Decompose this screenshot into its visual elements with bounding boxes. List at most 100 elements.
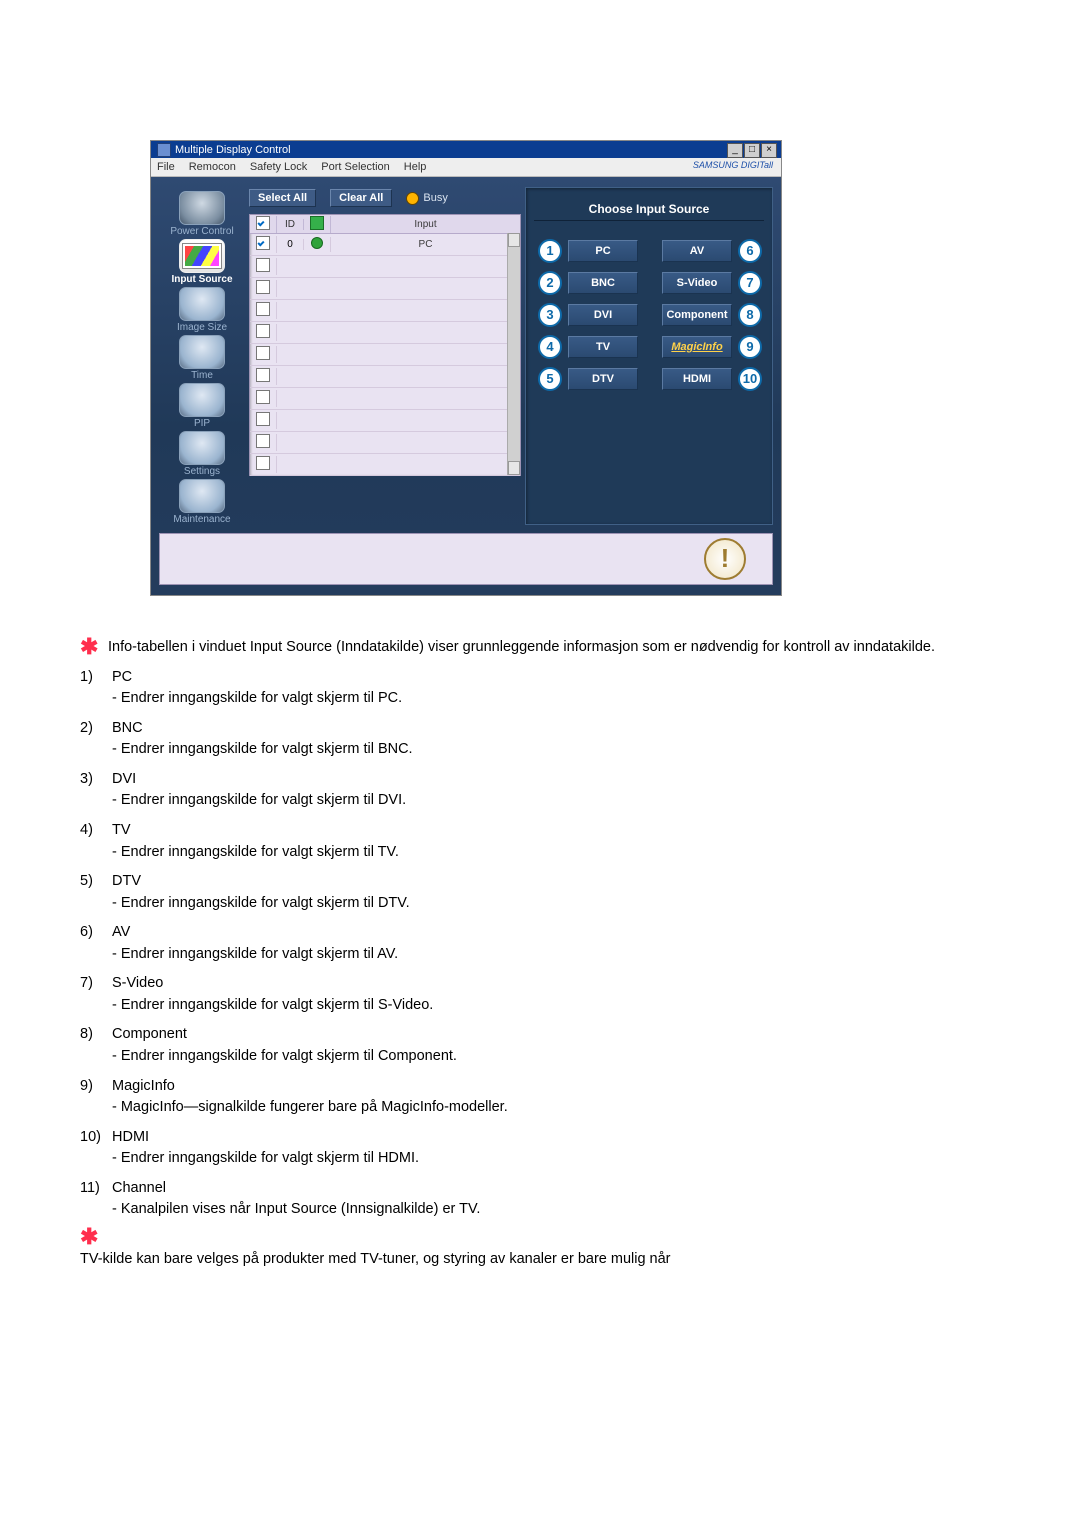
item-desc: - Endrer inngangskilde for valgt skjerm … [112,1047,457,1067]
display-list-area: Select All Clear All Busy ID Input [249,187,521,525]
row-checkbox[interactable] [256,390,270,404]
input-source-panel: Choose Input Source 1PC 2BNC 3DVI 4TV 5D… [525,187,773,525]
item-desc: - Endrer inngangskilde for valgt skjerm … [112,996,433,1016]
callout-8: 8 [738,303,762,327]
item-title: TV [112,821,399,841]
table-row[interactable] [250,322,520,344]
busy-label: Busy [423,192,447,204]
source-av-button[interactable]: AV [662,240,732,262]
clear-all-button[interactable]: Clear All [330,189,392,207]
scroll-up-button[interactable] [508,233,520,247]
list-scrollbar[interactable] [507,233,520,475]
table-row[interactable] [250,454,520,476]
info-bar: ! [159,533,773,585]
row-checkbox[interactable] [256,302,270,316]
callout-3: 3 [538,303,562,327]
menu-file[interactable]: File [157,161,175,173]
input-source-icon [179,239,225,273]
table-row[interactable] [250,432,520,454]
star-icon: ✱ [80,638,108,656]
list-item: 5)DTV- Endrer inngangskilde for valgt sk… [80,872,1016,913]
header-status-icon [310,216,324,230]
intro-text: Info-tabellen i vinduet Input Source (In… [108,638,935,658]
menu-safety-lock[interactable]: Safety Lock [250,161,307,173]
callout-5: 5 [538,367,562,391]
sidebar-item-label: Time [191,370,213,381]
select-all-button[interactable]: Select All [249,189,316,207]
sidebar-item-maintenance[interactable]: Maintenance [161,479,243,525]
brand-label: SAMSUNG DIGITall [693,160,773,170]
minimize-button[interactable]: _ [727,143,743,158]
menubar: File Remocon Safety Lock Port Selection … [151,158,781,177]
sidebar-item-settings[interactable]: Settings [161,431,243,477]
window-title: Multiple Display Control [175,144,291,156]
status-ok-icon [311,237,323,249]
table-row[interactable] [250,388,520,410]
callout-2: 2 [538,271,562,295]
table-row[interactable] [250,256,520,278]
panel-heading: Choose Input Source [534,198,764,221]
row-checkbox[interactable] [256,434,270,448]
row-checkbox[interactable] [256,236,270,250]
list-item: 3)DVI- Endrer inngangskilde for valgt sk… [80,770,1016,811]
source-bnc-button[interactable]: BNC [568,272,638,294]
item-title: DTV [112,872,410,892]
menu-help[interactable]: Help [404,161,427,173]
callout-6: 6 [738,239,762,263]
source-dtv-button[interactable]: DTV [568,368,638,390]
source-tv-button[interactable]: TV [568,336,638,358]
table-row[interactable]: 0 PC [250,234,520,256]
scroll-down-button[interactable] [508,461,520,475]
intro-note: ✱ Info-tabellen i vinduet Input Source (… [80,638,1016,658]
source-dvi-button[interactable]: DVI [568,304,638,326]
menu-remocon[interactable]: Remocon [189,161,236,173]
footnote: ✱ TV-kilde kan bare velges på produkter … [80,1230,1016,1269]
table-row[interactable] [250,366,520,388]
menu-port-selection[interactable]: Port Selection [321,161,389,173]
list-item: 10)HDMI- Endrer inngangskilde for valgt … [80,1128,1016,1169]
row-checkbox[interactable] [256,412,270,426]
time-icon [179,335,225,369]
table-row[interactable] [250,300,520,322]
header-checkbox-icon[interactable] [256,216,270,230]
source-svideo-button[interactable]: S-Video [662,272,732,294]
item-title: S-Video [112,974,433,994]
row-checkbox[interactable] [256,258,270,272]
row-checkbox[interactable] [256,324,270,338]
source-hdmi-button[interactable]: HDMI [662,368,732,390]
app-window: Multiple Display Control _ □ × File Remo… [150,140,782,596]
alert-icon: ! [704,538,746,580]
item-desc: - MagicInfo—signalkilde fungerer bare på… [112,1098,508,1118]
sidebar-item-image-size[interactable]: Image Size [161,287,243,333]
table-row[interactable] [250,278,520,300]
list-header: ID Input [250,215,520,234]
row-checkbox[interactable] [256,280,270,294]
table-row[interactable] [250,410,520,432]
item-title: PC [112,668,402,688]
row-checkbox[interactable] [256,368,270,382]
image-size-icon [179,287,225,321]
item-desc: - Endrer inngangskilde for valgt skjerm … [112,945,398,965]
close-button[interactable]: × [761,143,777,158]
busy-indicator: Busy [406,192,447,205]
callout-10: 10 [738,367,762,391]
item-title: Channel [112,1179,480,1199]
source-pc-button[interactable]: PC [568,240,638,262]
maximize-button[interactable]: □ [744,143,760,158]
table-row[interactable] [250,344,520,366]
row-checkbox[interactable] [256,456,270,470]
source-magicinfo-button[interactable]: MagicInfo [662,336,732,358]
sidebar-item-power[interactable]: Power Control [161,191,243,237]
sidebar-item-input-source[interactable]: Input Source [161,239,243,285]
row-checkbox[interactable] [256,346,270,360]
busy-icon [406,192,419,205]
source-component-button[interactable]: Component [662,304,732,326]
sidebar-item-pip[interactable]: PIP [161,383,243,429]
sidebar-item-time[interactable]: Time [161,335,243,381]
item-title: Component [112,1025,457,1045]
sidebar-item-label: Image Size [177,322,227,333]
display-list: ID Input 0 PC [249,214,521,476]
list-item: 2)BNC- Endrer inngangskilde for valgt sk… [80,719,1016,760]
maintenance-icon [179,479,225,513]
item-desc: - Endrer inngangskilde for valgt skjerm … [112,1149,419,1169]
